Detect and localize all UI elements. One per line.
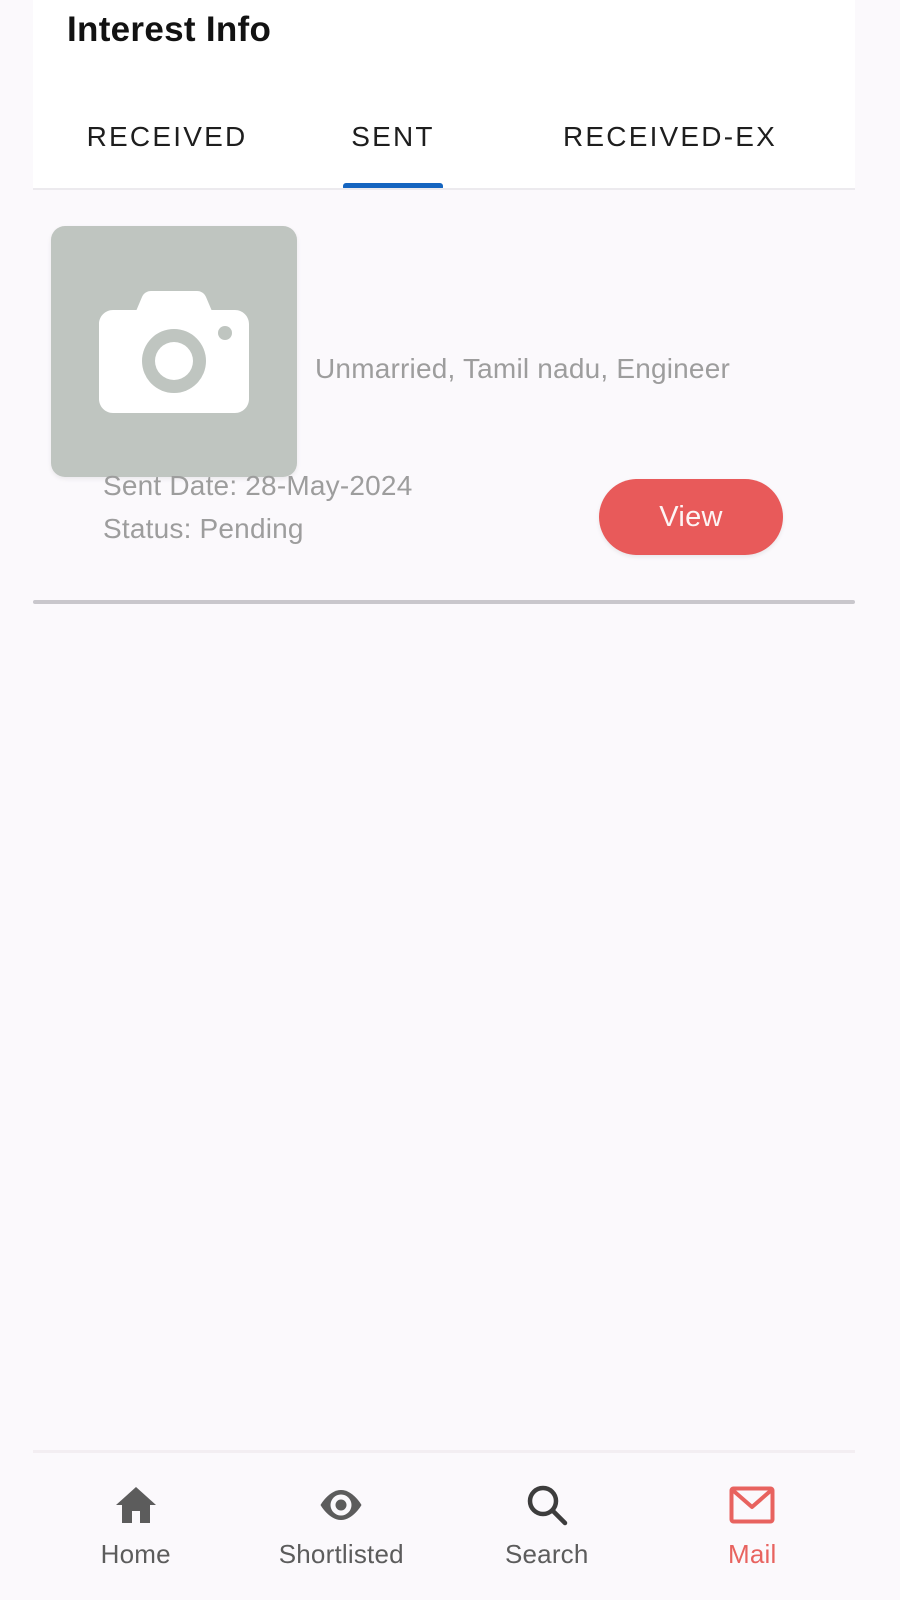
profile-meta-text: Unmarried, Tamil nadu, Engineer bbox=[315, 353, 731, 384]
search-icon bbox=[526, 1483, 568, 1527]
nav-label-mail: Mail bbox=[728, 1539, 777, 1569]
nav-item-shortlisted[interactable]: Shortlisted bbox=[239, 1452, 445, 1600]
tab-received-ex[interactable]: RECEIVED-EX bbox=[485, 108, 855, 188]
nav-label-home: Home bbox=[100, 1539, 171, 1569]
app-header: Interest Info RECEIVED SENT RECEIVED-EX bbox=[33, 0, 855, 190]
interest-card[interactable]: Unmarried, Tamil nadu, Engineer Sent Dat… bbox=[33, 192, 855, 604]
home-icon bbox=[115, 1483, 157, 1527]
status-text: Status: Pending bbox=[103, 513, 304, 544]
eye-icon bbox=[318, 1483, 364, 1527]
camera-icon bbox=[99, 290, 249, 413]
tab-sent[interactable]: SENT bbox=[301, 108, 485, 188]
view-button[interactable]: View bbox=[599, 479, 783, 555]
tab-received[interactable]: RECEIVED bbox=[33, 108, 301, 188]
nav-item-search[interactable]: Search bbox=[444, 1452, 650, 1600]
nav-item-home[interactable]: Home bbox=[33, 1452, 239, 1600]
tab-received-label: RECEIVED bbox=[86, 121, 248, 152]
bottom-navigation-bar: Home Shortlisted Search Mail bbox=[33, 1450, 855, 1600]
tab-sent-label: SENT bbox=[351, 121, 435, 152]
card-divider bbox=[33, 600, 855, 604]
page-title: Interest Info bbox=[67, 10, 272, 49]
tab-active-indicator bbox=[343, 183, 443, 188]
tab-bar: RECEIVED SENT RECEIVED-EX bbox=[33, 108, 855, 188]
nav-label-search: Search bbox=[504, 1539, 589, 1569]
profile-photo-placeholder[interactable] bbox=[51, 226, 297, 477]
nav-label-shortlisted: Shortlisted bbox=[278, 1539, 404, 1569]
mail-icon bbox=[729, 1483, 775, 1527]
sent-date-text: Sent Date: 28-May-2024 bbox=[103, 470, 413, 501]
tab-received-ex-label: RECEIVED-EX bbox=[562, 121, 778, 152]
nav-item-mail[interactable]: Mail bbox=[650, 1452, 856, 1600]
